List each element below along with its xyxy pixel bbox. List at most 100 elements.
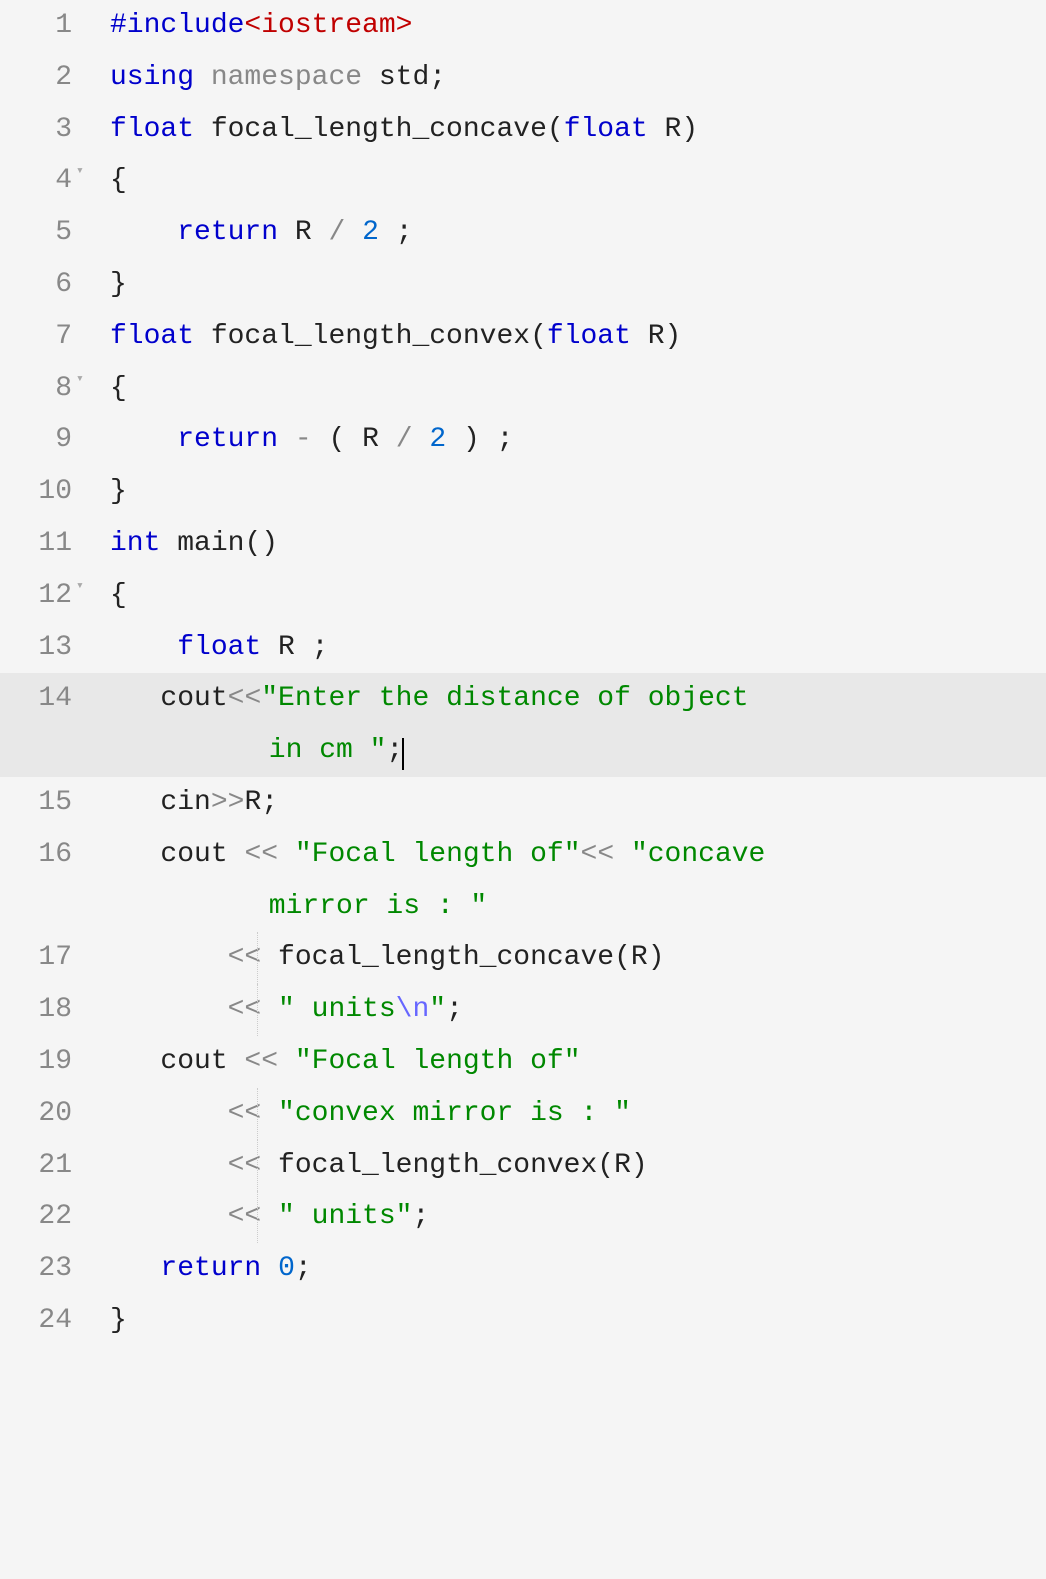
token-str: mirror is : "	[252, 891, 487, 922]
code-line[interactable]: 19 cout << "Focal length of"	[0, 1036, 1046, 1088]
code-line[interactable]: 20 << "convex mirror is : "	[0, 1088, 1046, 1140]
code-line[interactable]: 22 << " units";	[0, 1191, 1046, 1243]
token-paren: )	[648, 942, 665, 973]
code-line[interactable]: 7float focal_length_convex(float R)	[0, 311, 1046, 363]
code-content[interactable]: cout<<"Enter the distance of object in c…	[92, 673, 749, 777]
line-number: 3	[55, 104, 72, 156]
token-paren: )	[463, 424, 480, 455]
gutter: 2	[0, 52, 92, 104]
token-str: "Enter the distance of object	[261, 683, 748, 714]
token-num: 2	[429, 424, 446, 455]
code-content[interactable]: }	[92, 1295, 127, 1347]
token-num: 0	[278, 1253, 295, 1284]
code-line[interactable]: 1#include<iostream>	[0, 0, 1046, 52]
code-line[interactable]: 11int main()	[0, 518, 1046, 570]
code-content[interactable]: using namespace std;	[92, 52, 446, 104]
code-content[interactable]: << "convex mirror is : "	[92, 1088, 631, 1140]
token-op: /	[396, 424, 413, 455]
token-id	[110, 942, 228, 973]
code-content[interactable]: << " units";	[92, 1191, 429, 1243]
indent-guide	[257, 1140, 258, 1192]
token-kw: using	[110, 62, 194, 93]
gutter: 22	[0, 1191, 92, 1243]
token-id: R	[631, 942, 648, 973]
line-number: 17	[38, 932, 72, 984]
token-id	[278, 1046, 295, 1077]
gutter: 7	[0, 311, 92, 363]
code-line[interactable]: 23 return 0;	[0, 1243, 1046, 1295]
code-content[interactable]: {	[92, 570, 127, 622]
token-esc: \n	[396, 994, 430, 1025]
token-id: focal_length_concave	[194, 114, 547, 145]
indent-guide	[257, 1088, 258, 1140]
code-line[interactable]: 8▾{	[0, 363, 1046, 415]
code-content[interactable]: return 0;	[92, 1243, 312, 1295]
code-editor[interactable]: 1#include<iostream>2using namespace std;…	[0, 0, 1046, 1347]
token-op: -	[295, 424, 312, 455]
token-punct: ;	[261, 787, 278, 818]
code-content[interactable]: cin>>R;	[92, 777, 278, 829]
line-number: 14	[38, 673, 72, 725]
code-content[interactable]: float focal_length_convex(float R)	[92, 311, 681, 363]
gutter: 23	[0, 1243, 92, 1295]
token-id	[312, 424, 329, 455]
fold-icon[interactable]: ▾	[76, 574, 86, 598]
code-line[interactable]: 9 return - ( R / 2 ) ;	[0, 414, 1046, 466]
code-content[interactable]: int main()	[92, 518, 278, 570]
code-line[interactable]: 5 return R / 2 ;	[0, 207, 1046, 259]
code-line[interactable]: 16 cout << "Focal length of"<< "concave …	[0, 829, 1046, 933]
code-content[interactable]: {	[92, 363, 127, 415]
token-op: <<	[228, 683, 262, 714]
token-str: " units"	[278, 1201, 412, 1232]
code-line[interactable]: 2using namespace std;	[0, 52, 1046, 104]
token-id	[110, 424, 177, 455]
token-id	[480, 424, 497, 455]
code-content[interactable]: }	[92, 466, 127, 518]
indent-guide	[257, 1191, 258, 1243]
line-number: 6	[55, 259, 72, 311]
code-line[interactable]: 12▾{	[0, 570, 1046, 622]
code-line[interactable]: 17 << focal_length_concave(R)	[0, 932, 1046, 984]
code-content[interactable]: return - ( R / 2 ) ;	[92, 414, 513, 466]
code-content[interactable]: << focal_length_convex(R)	[92, 1140, 648, 1192]
code-content[interactable]: << focal_length_concave(R)	[92, 932, 665, 984]
code-content[interactable]: float R ;	[92, 622, 328, 674]
token-id	[110, 1150, 228, 1181]
code-line[interactable]: 3 float focal_length_concave(float R)	[0, 104, 1046, 156]
token-kw: return	[160, 1253, 261, 1284]
line-number: 23	[38, 1243, 72, 1295]
gutter: 11	[0, 518, 92, 570]
token-str: "Focal length of"	[295, 839, 581, 870]
token-id	[261, 1098, 278, 1129]
token-id	[413, 424, 430, 455]
token-punct: ;	[295, 1253, 312, 1284]
line-number: 24	[38, 1295, 72, 1347]
code-line[interactable]: 18 << " units\n";	[0, 984, 1046, 1036]
token-id: focal_length_convex	[261, 1150, 597, 1181]
line-number: 4	[55, 155, 72, 207]
code-line[interactable]: 15 cin>>R;	[0, 777, 1046, 829]
code-line[interactable]: 24}	[0, 1295, 1046, 1347]
code-content[interactable]: cout << "Focal length of"<< "concave mir…	[92, 829, 765, 933]
token-paren: ()	[244, 528, 278, 559]
fold-icon[interactable]: ▾	[76, 159, 86, 183]
code-line[interactable]: 21 << focal_length_convex(R)	[0, 1140, 1046, 1192]
token-kw: float	[177, 632, 261, 663]
code-line[interactable]: 13 float R ;	[0, 622, 1046, 674]
code-content[interactable]: {	[92, 155, 127, 207]
code-line[interactable]: 6}	[0, 259, 1046, 311]
token-str: "convex mirror is : "	[278, 1098, 631, 1129]
code-content[interactable]: cout << "Focal length of"	[92, 1036, 581, 1088]
gutter: 12▾	[0, 570, 92, 622]
code-content[interactable]: << " units\n";	[92, 984, 463, 1036]
fold-icon[interactable]: ▾	[76, 367, 86, 391]
code-line[interactable]: 14 cout<<"Enter the distance of object i…	[0, 673, 1046, 777]
gutter: 21	[0, 1140, 92, 1192]
code-content[interactable]: float focal_length_concave(float R)	[92, 104, 698, 156]
code-line[interactable]: 10}	[0, 466, 1046, 518]
code-content[interactable]: }	[92, 259, 127, 311]
code-line[interactable]: 4▾{	[0, 155, 1046, 207]
code-content[interactable]: return R / 2 ;	[92, 207, 413, 259]
code-content[interactable]: #include<iostream>	[92, 0, 412, 52]
token-id	[110, 1201, 228, 1232]
